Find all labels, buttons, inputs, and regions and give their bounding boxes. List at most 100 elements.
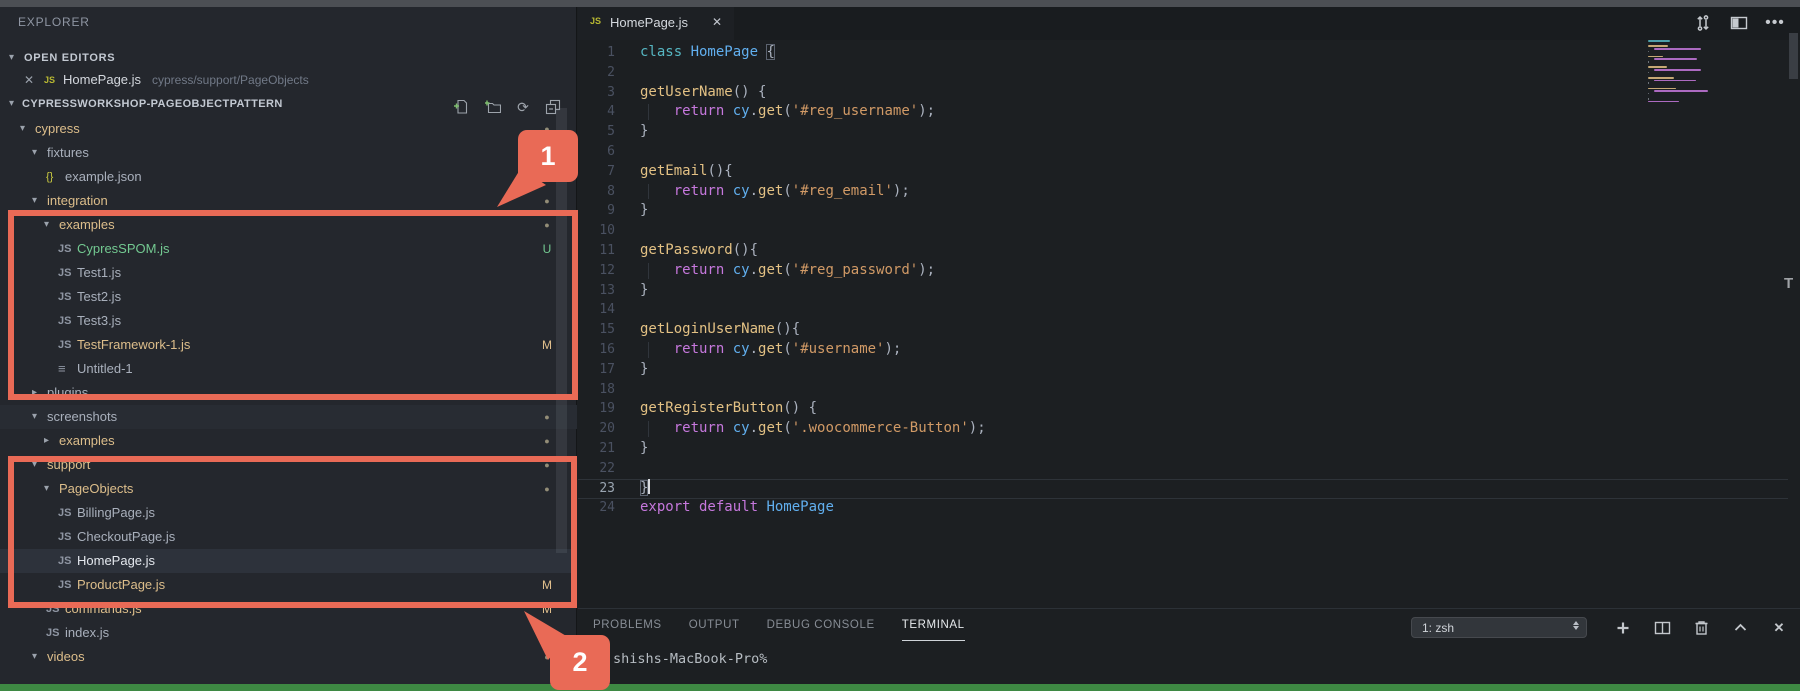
tree-item-test1-js[interactable]: JS Test1.js	[0, 261, 577, 285]
explorer-sidebar: EXPLORER ▾ OPEN EDITORS ✕ JS HomePage.js…	[0, 7, 577, 684]
js-file-icon: JS	[46, 627, 60, 639]
close-panel-icon[interactable]: ✕	[1770, 619, 1788, 637]
code-line-3[interactable]: 3 getUserName() {	[578, 83, 1800, 103]
chevron-down-icon: ▾	[32, 195, 38, 206]
split-editor-icon[interactable]	[1728, 12, 1750, 34]
code-line-5[interactable]: 5}	[578, 122, 1800, 142]
new-folder-icon[interactable]	[484, 99, 502, 115]
tree-item-videos[interactable]: ▾ videos ●	[0, 645, 577, 669]
code-line-19[interactable]: 19 getRegisterButton() {	[578, 399, 1800, 419]
line-number: 18	[599, 381, 615, 397]
code-line-22[interactable]: 22	[578, 459, 1800, 479]
code-line-10[interactable]: 10	[578, 221, 1800, 241]
line-number: 7	[607, 163, 615, 179]
panel-tab-output[interactable]: OUTPUT	[689, 619, 740, 641]
more-actions-icon[interactable]: •••	[1764, 12, 1786, 34]
close-icon[interactable]: ✕	[24, 68, 34, 92]
tree-item-commands-js[interactable]: JS commands.js M	[0, 597, 577, 621]
panel-tabs: PROBLEMS OUTPUT DEBUG CONSOLE TERMINAL	[593, 619, 965, 641]
code-line-11[interactable]: 11 getPassword(){	[578, 241, 1800, 261]
tree-item-label: videos	[47, 649, 85, 664]
tree-item-examples[interactable]: ▸ examples ●	[0, 429, 577, 453]
code-line-1[interactable]: 1 class HomePage {	[578, 43, 1800, 63]
kill-terminal-icon[interactable]	[1692, 619, 1710, 637]
tree-item-fixtures[interactable]: ▾ fixtures	[0, 141, 577, 165]
tree-item-cypress[interactable]: ▾ cypress ●	[0, 117, 577, 141]
editor-tabbar: JS HomePage.js ✕ •••	[578, 7, 1800, 40]
tree-item-cypresspom-js[interactable]: JS CypresSPOM.js U	[0, 237, 577, 261]
code-line-14[interactable]: 14	[578, 300, 1800, 320]
tree-item-example-json[interactable]: {} example.json	[0, 165, 577, 189]
tree-item-index-js[interactable]: JS index.js	[0, 621, 577, 645]
line-number: 3	[607, 84, 615, 100]
code-line-21[interactable]: 21}	[578, 439, 1800, 459]
code-line-12[interactable]: 12 return cy.get('#reg_password');	[578, 261, 1800, 281]
line-number: 8	[607, 183, 615, 199]
code-line-23[interactable]: 23}	[578, 478, 1800, 500]
editor-actions: •••	[1692, 12, 1786, 34]
tree-item-homepage-js[interactable]: JS HomePage.js	[0, 549, 577, 573]
panel-tab-debug-console[interactable]: DEBUG CONSOLE	[767, 619, 875, 641]
chevron-down-icon: ▾	[9, 52, 15, 63]
open-changes-icon[interactable]	[1692, 12, 1714, 34]
panel-tab-terminal[interactable]: TERMINAL	[901, 619, 965, 641]
editor-scrollbar[interactable]	[1789, 33, 1798, 79]
refresh-icon[interactable]: ⟳	[515, 99, 531, 115]
tree-item-checkoutpage-js[interactable]: JS CheckoutPage.js	[0, 525, 577, 549]
tree-item-untitled-1[interactable]: ≡ Untitled-1	[0, 357, 577, 381]
code-line-4[interactable]: 4 return cy.get('#reg_username');	[578, 102, 1800, 122]
chevron-down-icon: ▾	[32, 147, 38, 158]
code-line-17[interactable]: 17}	[578, 360, 1800, 380]
code-line-24[interactable]: 24 export default HomePage	[578, 498, 1800, 518]
tree-item-productpage-js[interactable]: JS ProductPage.js M	[0, 573, 577, 597]
code-line-6[interactable]: 6	[578, 142, 1800, 162]
tree-item-support[interactable]: ▾ support ●	[0, 453, 577, 477]
code-text: }	[640, 439, 649, 456]
code-line-8[interactable]: 8 return cy.get('#reg_email');	[578, 182, 1800, 202]
code-line-15[interactable]: 15 getLoginUserName(){	[578, 320, 1800, 340]
code-text: export default HomePage	[640, 499, 834, 516]
close-icon[interactable]: ✕	[712, 15, 722, 29]
code-line-7[interactable]: 7 getEmail(){	[578, 162, 1800, 182]
code-text: }	[640, 360, 649, 377]
new-terminal-icon[interactable]	[1614, 619, 1632, 637]
code-line-9[interactable]: 9}	[578, 201, 1800, 221]
code-line-2[interactable]: 2	[578, 63, 1800, 83]
tree-item-test2-js[interactable]: JS Test2.js	[0, 285, 577, 309]
code-line-18[interactable]: 18	[578, 380, 1800, 400]
maximize-panel-icon[interactable]	[1731, 619, 1749, 637]
tree-item-integration[interactable]: ▾ integration ●	[0, 189, 577, 213]
terminal-prompt[interactable]: shishs-MacBook-Pro%	[613, 651, 767, 667]
line-number: 2	[607, 64, 615, 80]
split-terminal-icon[interactable]	[1653, 619, 1671, 637]
line-number: 9	[607, 203, 615, 219]
git-changes-dot-badge: ●	[544, 412, 550, 422]
tree-item-billingpage-js[interactable]: JS BillingPage.js	[0, 501, 577, 525]
code-line-20[interactable]: 20 return cy.get('.woocommerce-Button');	[578, 419, 1800, 439]
new-file-icon[interactable]	[453, 99, 469, 115]
shell-select[interactable]: 1: zsh	[1411, 617, 1587, 638]
tree-item-screenshots[interactable]: ▾ screenshots ●	[0, 405, 577, 429]
js-file-icon: JS	[46, 603, 60, 615]
minimap[interactable]	[1648, 40, 1708, 103]
tree-item-plugins[interactable]: ▸ plugins	[0, 381, 577, 405]
open-editors-label: OPEN EDITORS	[24, 52, 116, 64]
git-status-badge: U	[542, 242, 552, 256]
line-number: 10	[599, 223, 615, 239]
tree-item-label: plugins	[47, 385, 89, 400]
code-line-16[interactable]: 16 return cy.get('#username');	[578, 340, 1800, 360]
tree-item-pageobjects[interactable]: ▾ PageObjects ●	[0, 477, 577, 501]
tab-homepage-js[interactable]: JS HomePage.js ✕	[578, 7, 734, 40]
code-editor[interactable]: 1 class HomePage {2 3 getUserName() {4 retu…	[578, 43, 1800, 518]
open-editors-header[interactable]: ▾ OPEN EDITORS	[0, 46, 576, 70]
chevron-down-icon: ▾	[44, 483, 50, 494]
code-text: return cy.get('#reg_email');	[673, 182, 910, 199]
tree-item-test3-js[interactable]: JS Test3.js	[0, 309, 577, 333]
code-text: return cy.get('#username');	[673, 340, 902, 357]
tree-item-examples[interactable]: ▾ examples ●	[0, 213, 577, 237]
code-line-13[interactable]: 13}	[578, 281, 1800, 301]
status-bar[interactable]	[0, 684, 1800, 691]
open-editor-item-homepage[interactable]: ✕ JS HomePage.js cypress/support/PageObj…	[0, 68, 576, 92]
tree-item-testframework-1-js[interactable]: JS TestFramework-1.js M	[0, 333, 577, 357]
annotation-callout-2: 2	[550, 635, 610, 690]
